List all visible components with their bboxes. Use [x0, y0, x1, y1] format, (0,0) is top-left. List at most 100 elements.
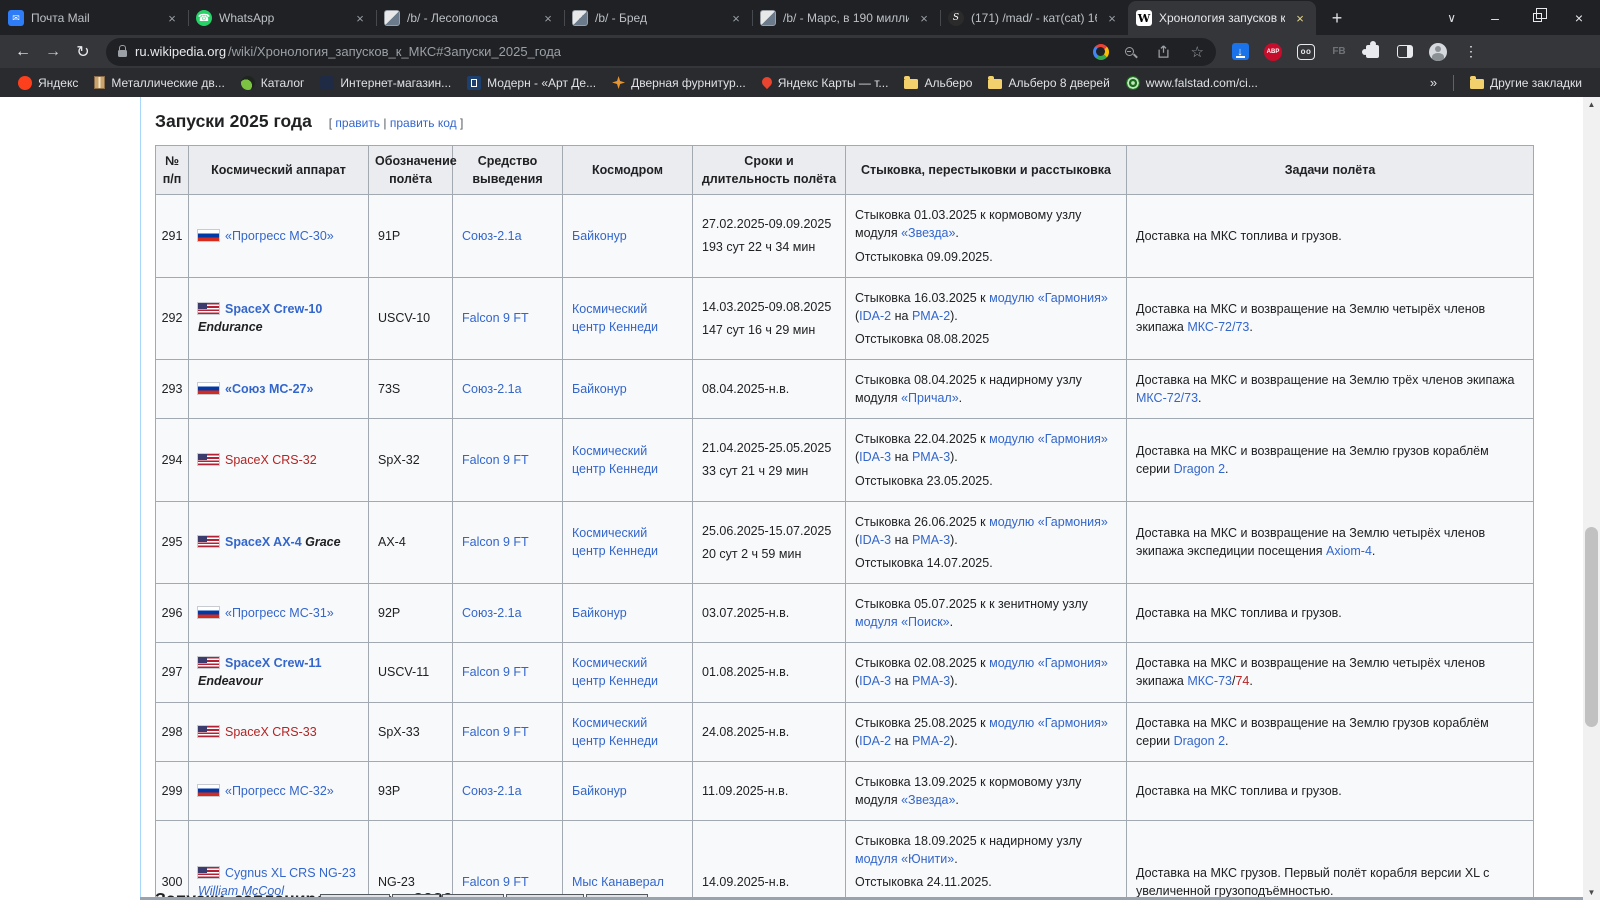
wiki-link[interactable]: МКС-72/73 [1187, 320, 1249, 334]
bookmark-item[interactable]: Яндекс [10, 73, 86, 93]
close-window-button[interactable]: × [1558, 3, 1600, 33]
wiki-link[interactable]: IDA-3 [859, 674, 891, 688]
wiki-link[interactable]: Falcon 9 FT [462, 311, 529, 325]
wiki-link[interactable]: модулю «Гармония» [989, 716, 1108, 730]
wiki-link[interactable]: PMA-3 [912, 450, 950, 464]
bookmarks-overflow-chevron[interactable]: » [1422, 75, 1445, 90]
wiki-link[interactable]: Axiom-4 [1326, 544, 1372, 558]
edit-source-link[interactable]: править код [390, 116, 457, 130]
wiki-link[interactable]: SpaceX CRS-33 [225, 725, 317, 739]
tab-close-icon[interactable]: × [1104, 10, 1120, 26]
wiki-link[interactable]: Союз-2.1а [462, 606, 522, 620]
wiki-link[interactable]: модулю «Гармония» [989, 432, 1108, 446]
wiki-link[interactable]: Байконур [572, 606, 627, 620]
bookmark-item[interactable]: Интернет-магазин... [312, 73, 459, 93]
wiki-link[interactable]: Байконур [572, 382, 627, 396]
new-tab-button[interactable]: + [1322, 3, 1352, 33]
wiki-link[interactable]: Мыс Канаверал [572, 875, 664, 889]
other-bookmarks-button[interactable]: Другие закладки [1462, 73, 1590, 93]
bookmark-item[interactable]: Каталог [233, 73, 313, 93]
wiki-link[interactable]: Cygnus XL CRS NG-23 [225, 866, 356, 880]
wiki-link[interactable]: Космический центр Кеннеди [572, 526, 658, 558]
google-icon[interactable] [1093, 44, 1109, 60]
wiki-link[interactable]: IDA-3 [859, 533, 891, 547]
wiki-link[interactable]: «Звезда» [901, 793, 955, 807]
wiki-link[interactable]: модуля «Юнити» [855, 852, 954, 866]
wiki-link[interactable]: Космический центр Кеннеди [572, 444, 658, 476]
wiki-link[interactable]: Grace [305, 535, 340, 549]
extensions-puzzle-icon[interactable] [1366, 45, 1379, 58]
restore-button[interactable] [1516, 3, 1558, 33]
wiki-link[interactable]: Falcon 9 FT [462, 453, 529, 467]
tab-close-icon[interactable]: × [352, 10, 368, 26]
wiki-link[interactable]: SpaceX Crew-11 [225, 656, 322, 670]
wiki-link[interactable]: Космический центр Кеннеди [572, 656, 658, 688]
wiki-link[interactable]: IDA-3 [859, 450, 891, 464]
browser-tab[interactable]: /b/ - Бред× [564, 1, 752, 35]
tab-close-icon[interactable]: × [916, 10, 932, 26]
scrollbar-thumb[interactable] [1585, 527, 1598, 727]
wiki-link[interactable]: SpaceX Crew-10 [225, 302, 322, 316]
share-icon[interactable] [1156, 44, 1171, 59]
wiki-link[interactable]: PMA-3 [912, 674, 950, 688]
wiki-link[interactable]: Falcon 9 FT [462, 665, 529, 679]
bookmark-star-icon[interactable]: ☆ [1191, 43, 1204, 61]
wiki-link[interactable]: модулю «Гармония» [989, 291, 1108, 305]
wiki-link[interactable]: «Звезда» [901, 226, 955, 240]
download-extension-icon[interactable]: ↓ [1232, 43, 1249, 60]
fb-extension-icon[interactable]: FB [1332, 46, 1345, 57]
wiki-link[interactable]: «Прогресс МС-31» [225, 606, 334, 620]
wiki-link[interactable]: 74 [1235, 674, 1249, 688]
browser-tab[interactable]: S(171) /mad/ - кат(cat) 16× [940, 1, 1128, 35]
address-bar[interactable]: ru.wikipedia.org/wiki/Хронология_запуско… [106, 38, 1216, 66]
bookmark-item[interactable]: Яндекс Карты — т... [754, 73, 897, 93]
wiki-link[interactable]: SpaceX CRS-32 [225, 453, 317, 467]
wiki-link[interactable]: модулю «Гармония» [989, 515, 1108, 529]
wiki-link[interactable]: Союз-2.1а [462, 229, 522, 243]
wiki-link[interactable]: «Прогресс МС-32» [225, 784, 334, 798]
wiki-link[interactable]: МКС-73 [1187, 674, 1232, 688]
bookmark-item[interactable]: www.falstad.com/ci... [1118, 73, 1266, 93]
browser-tab[interactable]: WХронология запусков к× [1128, 1, 1316, 35]
side-panel-icon[interactable] [1397, 45, 1413, 58]
wiki-link[interactable]: Dragon 2 [1174, 462, 1225, 476]
bookmark-item[interactable]: Дверная фурнитур... [604, 73, 754, 93]
wiki-link[interactable]: Космический центр Кеннеди [572, 302, 658, 334]
adblock-icon[interactable]: ABP [1264, 43, 1282, 61]
wiki-link[interactable]: модулю «Гармония» [989, 656, 1108, 670]
tab-close-icon[interactable]: × [1292, 10, 1308, 26]
wiki-link[interactable]: Союз-2.1а [462, 784, 522, 798]
wiki-link[interactable]: PMA-2 [912, 734, 950, 748]
wiki-link[interactable]: «Причал» [901, 391, 959, 405]
profile-avatar[interactable] [1429, 43, 1447, 61]
browser-tab[interactable]: ✉Почта Mail× [0, 1, 188, 35]
browser-tab[interactable]: /b/ - Лесополоса× [376, 1, 564, 35]
wiki-link[interactable]: МКС-72/73 [1136, 391, 1198, 405]
wiki-link[interactable]: Космический центр Кеннеди [572, 716, 658, 748]
tab-close-icon[interactable]: × [728, 10, 744, 26]
tab-close-icon[interactable]: × [540, 10, 556, 26]
tab-close-icon[interactable]: × [164, 10, 180, 26]
wiki-link[interactable]: PMA-2 [912, 309, 950, 323]
wiki-link[interactable]: IDA-2 [859, 734, 891, 748]
wiki-link[interactable]: SpaceX AX-4 [225, 535, 302, 549]
tab-search-chevron-icon[interactable]: ∨ [1447, 11, 1456, 25]
wiki-link[interactable]: Falcon 9 FT [462, 875, 529, 889]
browser-tab[interactable]: ☎WhatsApp× [188, 1, 376, 35]
scrollbar[interactable]: ▲ ▼ [1583, 97, 1600, 900]
bookmark-item[interactable]: Альберо 8 дверей [980, 73, 1117, 93]
wiki-link[interactable]: Байконур [572, 229, 627, 243]
wiki-link[interactable]: Союз-2.1а [462, 382, 522, 396]
forward-button[interactable]: → [38, 38, 68, 66]
reload-button[interactable]: ↻ [68, 38, 98, 66]
oo-extension-icon[interactable]: oo [1297, 44, 1315, 60]
wiki-link[interactable]: Байконур [572, 784, 627, 798]
back-button[interactable]: ← [8, 38, 38, 66]
edit-link[interactable]: править [335, 116, 380, 130]
wiki-link[interactable]: «Прогресс МС-30» [225, 229, 334, 243]
scroll-down-icon[interactable]: ▼ [1583, 885, 1600, 900]
bookmark-item[interactable]: Металлические дв... [86, 73, 232, 93]
wiki-link[interactable]: Endurance [198, 320, 263, 334]
wiki-link[interactable]: Dragon 2 [1174, 734, 1225, 748]
menu-dots-icon[interactable]: ⋮ [1464, 43, 1478, 60]
